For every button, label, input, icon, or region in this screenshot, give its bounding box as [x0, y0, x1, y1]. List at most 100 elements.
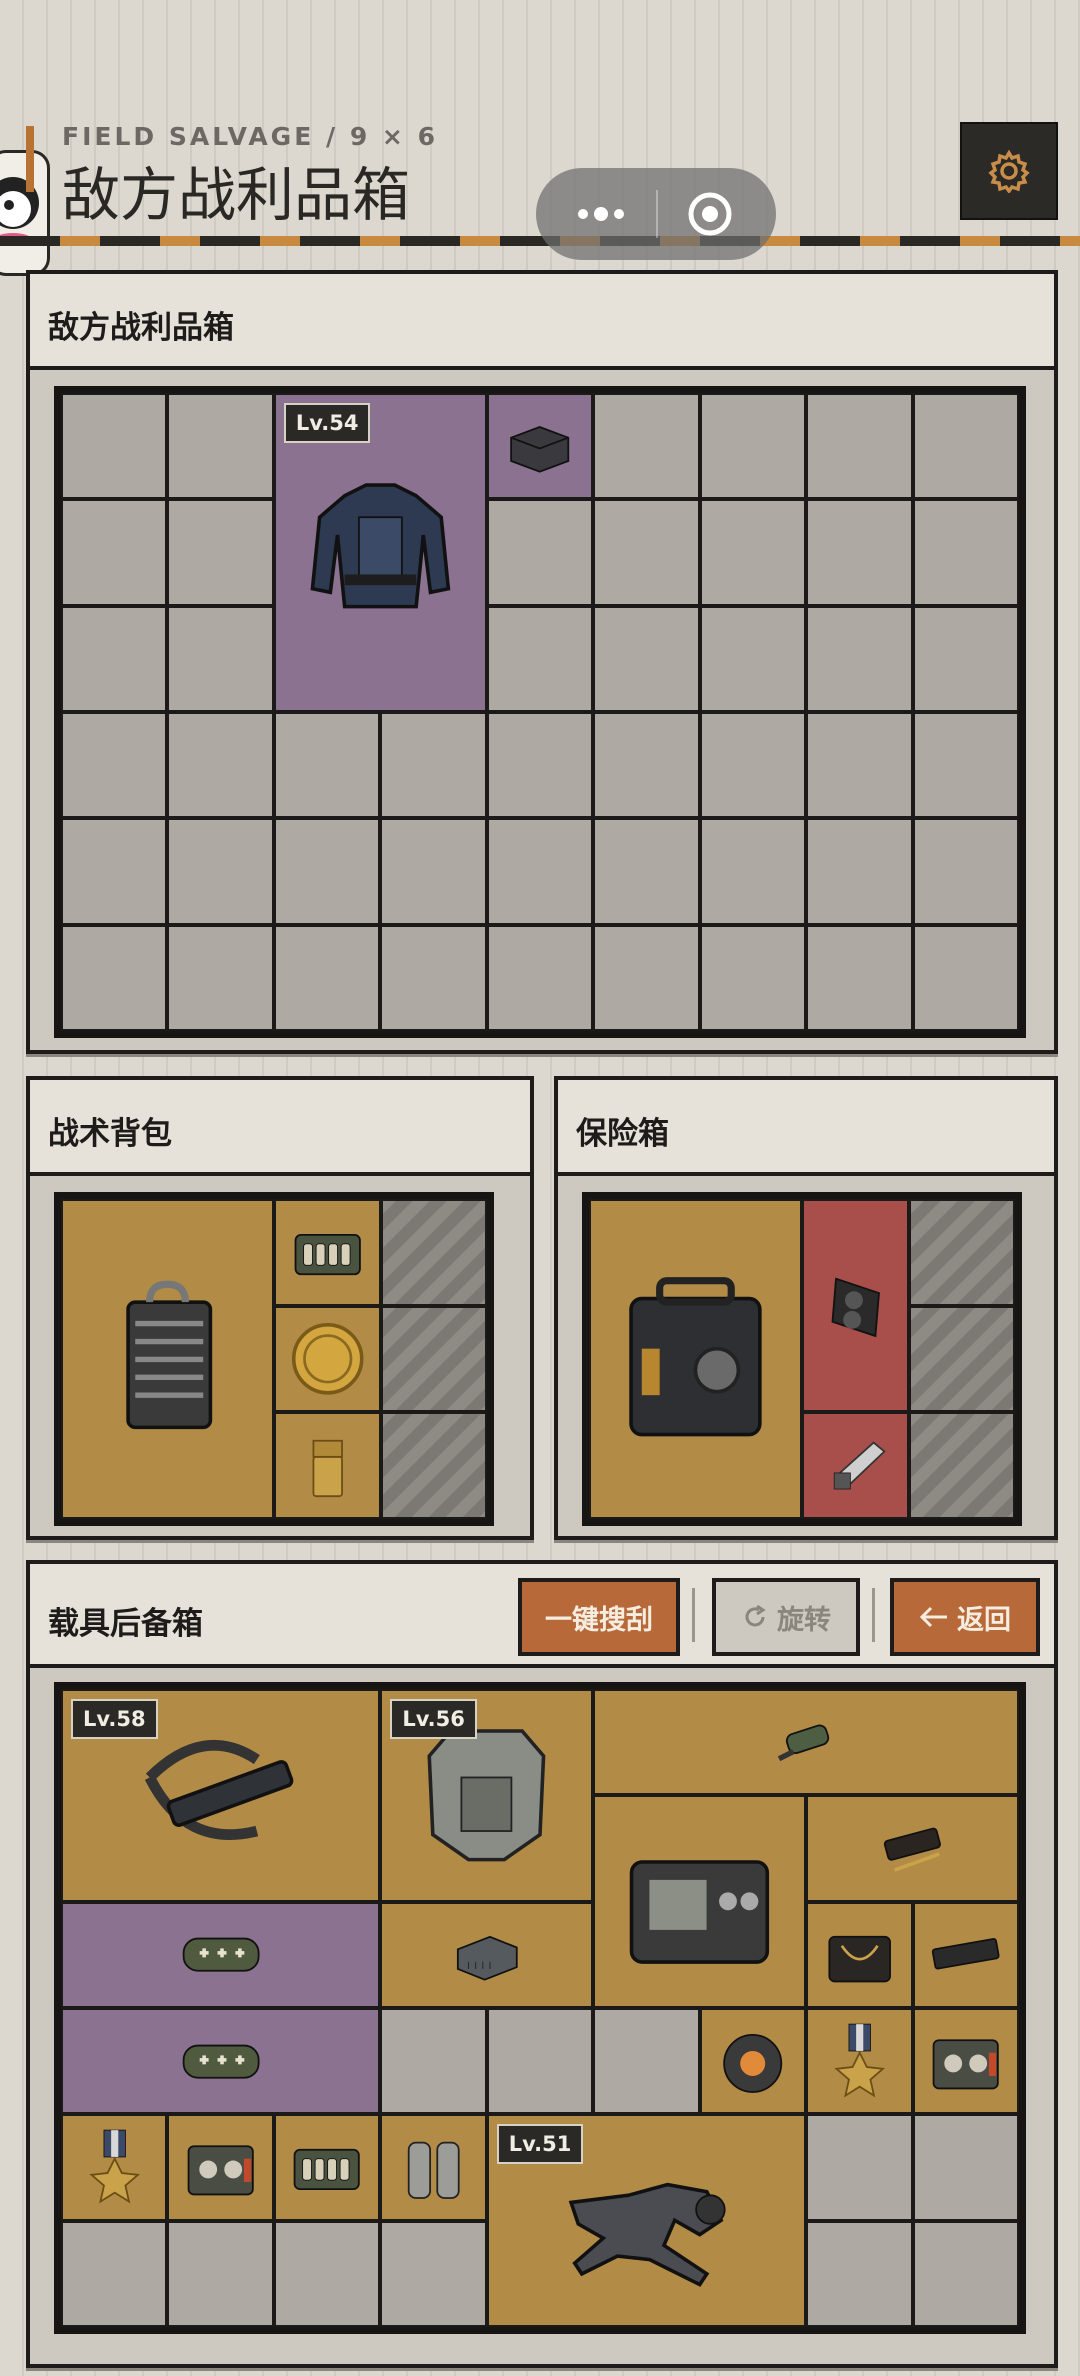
empty-slot[interactable] — [167, 712, 274, 819]
empty-slot[interactable] — [806, 924, 913, 1031]
item-stealth-suit[interactable]: Lv.51 — [486, 2114, 807, 2327]
empty-slot[interactable] — [61, 393, 168, 500]
empty-slot[interactable] — [167, 818, 274, 925]
empty-slot[interactable] — [486, 2008, 594, 2115]
drive-icon — [811, 1421, 900, 1511]
item-necklace-box[interactable] — [806, 1901, 913, 2008]
more-dots-icon[interactable] — [566, 198, 636, 230]
empty-slot[interactable] — [273, 818, 381, 925]
empty-slot[interactable] — [912, 605, 1019, 712]
settings-button[interactable] — [960, 122, 1058, 220]
empty-slot[interactable] — [806, 2114, 913, 2221]
item-medal[interactable] — [61, 2114, 168, 2221]
item-pen-box[interactable] — [806, 1795, 1019, 1902]
gear-icon — [176, 2123, 265, 2212]
safe-grid — [582, 1192, 1022, 1526]
item-usb-drive[interactable] — [802, 1412, 909, 1519]
item-ammo-case[interactable] — [274, 1199, 381, 1306]
empty-slot[interactable] — [61, 818, 168, 925]
empty-slot[interactable] — [167, 924, 274, 1031]
item-lighter[interactable] — [274, 1412, 381, 1519]
rotate-button[interactable]: 旋转 — [712, 1578, 860, 1656]
item-gear-case[interactable] — [167, 2114, 274, 2221]
empty-slot[interactable] — [593, 499, 700, 606]
item-medical-roll[interactable] — [61, 1901, 381, 2008]
empty-slot[interactable] — [380, 2008, 487, 2115]
empty-slot[interactable] — [593, 605, 700, 712]
empty-slot[interactable] — [912, 2114, 1019, 2221]
empty-slot[interactable] — [699, 393, 807, 500]
item-plate-vest[interactable]: Lv.56 — [380, 1689, 594, 1902]
item-gold-coin[interactable] — [274, 1305, 381, 1413]
empty-slot[interactable] — [167, 605, 274, 712]
empty-slot[interactable] — [486, 712, 594, 819]
empty-slot[interactable] — [699, 924, 807, 1031]
item-crossbow[interactable]: Lv.58 — [61, 1689, 381, 1902]
empty-slot[interactable] — [593, 2008, 700, 2115]
empty-slot[interactable] — [593, 818, 700, 925]
empty-slot[interactable] — [912, 499, 1019, 606]
empty-slot[interactable] — [486, 818, 594, 925]
empty-slot[interactable] — [486, 924, 594, 1031]
medal-icon — [815, 2017, 904, 2106]
empty-slot[interactable] — [912, 818, 1019, 925]
empty-slot[interactable] — [273, 712, 381, 819]
empty-slot[interactable] — [167, 2220, 274, 2327]
empty-slot[interactable] — [806, 818, 913, 925]
item-power-core[interactable] — [699, 2008, 807, 2115]
empty-slot[interactable] — [699, 818, 807, 925]
item-gas-canister[interactable] — [380, 2114, 487, 2221]
empty-slot[interactable] — [486, 499, 594, 606]
back-label: 返回 — [957, 1604, 1011, 1636]
item-ammo-case[interactable] — [273, 2114, 381, 2221]
item-gear-case[interactable] — [912, 2008, 1019, 2115]
empty-slot[interactable] — [912, 393, 1019, 500]
title-accent-bar — [26, 126, 34, 192]
empty-slot[interactable] — [61, 499, 168, 606]
empty-slot[interactable] — [912, 2220, 1019, 2327]
item-secure-case[interactable] — [589, 1199, 802, 1519]
empty-slot[interactable] — [61, 712, 168, 819]
empty-slot[interactable] — [273, 924, 381, 1031]
item-router[interactable] — [380, 1901, 594, 2008]
item-memory-chip[interactable] — [912, 1901, 1019, 2008]
auto-search-button[interactable]: 一键搜刮 — [518, 1578, 680, 1656]
item-tactical-armor[interactable]: Lv.54 — [273, 393, 487, 712]
empty-slot[interactable] — [380, 712, 487, 819]
empty-slot[interactable] — [61, 605, 168, 712]
empty-slot[interactable] — [167, 393, 274, 500]
item-mini-pc[interactable] — [486, 393, 594, 500]
empty-slot[interactable] — [806, 499, 913, 606]
empty-slot[interactable] — [61, 2220, 168, 2327]
router-icon — [397, 1910, 576, 1999]
target-icon[interactable] — [686, 190, 734, 238]
back-button[interactable]: 返回 — [890, 1578, 1040, 1656]
empty-slot[interactable] — [806, 2220, 913, 2327]
loot-panel-title: 敌方战利品箱 — [48, 310, 234, 346]
empty-slot[interactable] — [486, 605, 594, 712]
empty-slot[interactable] — [380, 2220, 487, 2327]
item-medal[interactable] — [806, 2008, 913, 2115]
empty-slot[interactable] — [593, 712, 700, 819]
empty-slot[interactable] — [380, 924, 487, 1031]
item-battery-pack[interactable] — [61, 1199, 274, 1519]
empty-slot[interactable] — [912, 712, 1019, 819]
item-equipment-case[interactable] — [593, 1795, 807, 2008]
empty-slot[interactable] — [806, 393, 913, 500]
empty-slot[interactable] — [593, 924, 700, 1031]
empty-slot[interactable] — [380, 818, 487, 925]
empty-slot[interactable] — [273, 2220, 381, 2327]
item-scope[interactable] — [593, 1689, 1019, 1796]
item-medical-roll[interactable] — [61, 2008, 381, 2115]
item-graphics-card[interactable] — [802, 1199, 909, 1413]
empty-slot[interactable] — [167, 499, 274, 606]
empty-slot[interactable] — [699, 605, 807, 712]
empty-slot[interactable] — [699, 499, 807, 606]
empty-slot[interactable] — [806, 712, 913, 819]
empty-slot[interactable] — [912, 924, 1019, 1031]
empty-slot[interactable] — [593, 393, 700, 500]
safe-icon — [606, 1225, 785, 1494]
empty-slot[interactable] — [699, 712, 807, 819]
empty-slot[interactable] — [806, 605, 913, 712]
empty-slot[interactable] — [61, 924, 168, 1031]
